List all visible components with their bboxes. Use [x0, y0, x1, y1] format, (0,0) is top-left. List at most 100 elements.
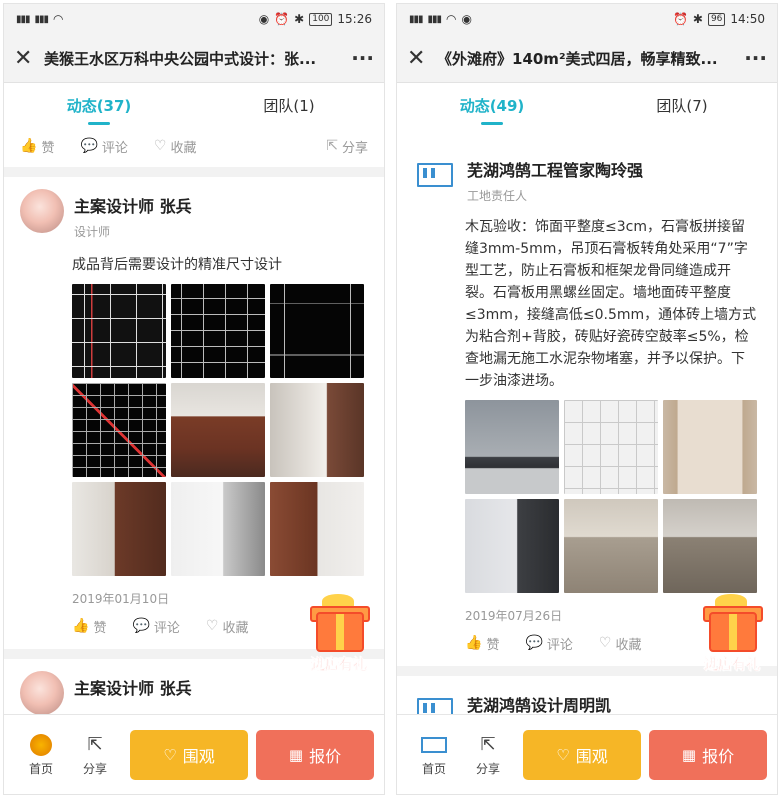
photo-thumbnail[interactable]: [171, 482, 265, 576]
photo-thumbnail[interactable]: [171, 284, 265, 378]
nav-share[interactable]: ⇱ 分享: [68, 733, 122, 777]
more-icon[interactable]: ···: [737, 46, 767, 70]
comment-button[interactable]: 💬 评论: [525, 634, 572, 653]
photo-thumbnail[interactable]: [270, 284, 364, 378]
more-icon[interactable]: ···: [344, 46, 374, 70]
thumbs-up-icon: 👍: [20, 138, 38, 154]
status-bar: ▮▮▮ ▮▮▮ ◠ ◉ ⏰ ✱ 96 14:50: [397, 4, 777, 34]
favorite-button[interactable]: ♡ 收藏: [599, 634, 642, 653]
heart-icon: ♡: [556, 745, 570, 764]
heart-icon: ♡: [163, 745, 177, 764]
photo-thumbnail[interactable]: [72, 482, 166, 576]
alarm-icon: ⏰: [274, 12, 290, 26]
page-title: 《外滩府》140m²美式四居，畅享精致...: [437, 49, 718, 68]
photo-thumbnail[interactable]: [171, 383, 265, 477]
photo-thumbnail[interactable]: [564, 499, 658, 593]
heart-icon: ♡: [598, 635, 612, 651]
favorite-button[interactable]: ♡ 收藏: [154, 137, 197, 156]
post-card: 芜湖鸿鹄设计周明凯 首席设计师: [397, 676, 777, 714]
wifi-icon: ◠: [53, 12, 64, 26]
battery-icon: 100: [309, 12, 333, 26]
calculator-icon: ▦: [681, 745, 697, 764]
tab-bar: 动态(49) 团队(7): [397, 83, 777, 130]
author-name: 芜湖鸿鹄工程管家陶玲强: [467, 161, 644, 180]
tab-team[interactable]: 团队(1): [194, 83, 384, 129]
author-name: 主案设计师 张兵: [74, 197, 192, 216]
tab-bar: 动态(37) 团队(1): [4, 83, 384, 130]
photo-grid: [72, 284, 368, 576]
page-title: 美猴王水区万科中央公园中式设计：张...: [44, 49, 317, 68]
avatar[interactable]: [20, 671, 64, 714]
photo-thumbnail[interactable]: [663, 400, 757, 494]
comment-icon: 💬: [525, 635, 543, 651]
promo-label: 进店有礼: [311, 657, 367, 673]
photo-thumbnail[interactable]: [465, 499, 559, 593]
post-card: 👍 赞 💬 评论 ♡ 收藏 ⇱ 分享: [4, 129, 384, 167]
like-button[interactable]: 👍 赞: [20, 137, 54, 156]
battery-icon: 96: [707, 12, 726, 26]
like-button[interactable]: 👍 赞: [72, 617, 106, 636]
post-actions: 👍 赞 💬 评论 ♡ 收藏 ⇱ 分享: [20, 133, 368, 159]
home-logo-icon: [421, 736, 447, 753]
eye-icon: ◉: [258, 12, 270, 26]
close-icon[interactable]: ✕: [407, 46, 437, 71]
nav-home[interactable]: 首页: [407, 733, 461, 777]
tab-team[interactable]: 团队(7): [587, 83, 777, 129]
company-logo-icon[interactable]: [413, 688, 457, 714]
quote-button[interactable]: ▦ 报价: [649, 729, 767, 780]
post-text: 木瓦验收：饰面平整度≤3cm，石膏板拼接留缝3mm-5mm，吊顶石膏板转角处采用…: [465, 219, 757, 389]
post-author[interactable]: 主案设计师 张兵: [20, 671, 368, 714]
author-name: 主案设计师 张兵: [74, 679, 192, 698]
photo-thumbnail[interactable]: [270, 383, 364, 477]
photo-thumbnail[interactable]: [663, 499, 757, 593]
nav-home[interactable]: 首页: [14, 733, 68, 777]
photo-thumbnail[interactable]: [564, 400, 658, 494]
share-button[interactable]: ⇱ 分享: [326, 137, 368, 156]
post-author[interactable]: 主案设计师 张兵 设计师: [20, 189, 368, 240]
status-time: 14:50: [730, 12, 765, 26]
comment-icon: 💬: [132, 618, 150, 634]
promo-gift-badge[interactable]: 进店有礼: [300, 594, 378, 674]
status-time: 15:26: [337, 12, 372, 26]
photo-grid: [465, 400, 761, 593]
photo-thumbnail[interactable]: [270, 482, 364, 576]
photo-thumbnail[interactable]: [465, 400, 559, 494]
status-bar: ▮▮▮ ▮▮▮ ◠ ◉ ⏰ ✱ 100 15:26: [4, 4, 384, 34]
tab-updates[interactable]: 动态(37): [4, 83, 194, 129]
comment-button[interactable]: 💬 评论: [132, 617, 179, 636]
share-icon: ⇱: [480, 734, 496, 755]
watch-button[interactable]: ♡ 围观: [130, 729, 248, 780]
thumbs-up-icon: 👍: [72, 618, 90, 634]
quote-button[interactable]: ▦ 报价: [256, 729, 374, 780]
eye-icon: ◉: [461, 12, 472, 26]
comment-icon: 💬: [80, 138, 98, 154]
avatar[interactable]: [20, 189, 64, 233]
signal-icon: ▮▮▮: [34, 13, 49, 25]
signal-icon: ▮▮▮: [409, 13, 423, 25]
photo-thumbnail[interactable]: [72, 284, 166, 378]
favorite-button[interactable]: ♡ 收藏: [206, 617, 249, 636]
bottom-bar: 首页 ⇱ 分享 ♡ 围观 ▦ 报价: [397, 714, 777, 794]
promo-label: 进店有礼: [704, 657, 760, 673]
post-author[interactable]: 芜湖鸿鹄设计周明凯 首席设计师: [413, 688, 761, 714]
author-name: 芜湖鸿鹄设计周明凯: [467, 696, 612, 714]
bluetooth-icon: ✱: [692, 12, 703, 26]
like-button[interactable]: 👍 赞: [465, 634, 499, 653]
close-icon[interactable]: ✕: [14, 46, 44, 71]
heart-icon: ♡: [205, 618, 219, 634]
post-author[interactable]: 芜湖鸿鹄工程管家陶玲强 工地责任人: [413, 153, 761, 204]
title-bar: ✕ 《外滩府》140m²美式四居，畅享精致... ···: [397, 34, 777, 83]
heart-icon: ♡: [153, 138, 167, 154]
photo-thumbnail[interactable]: [72, 383, 166, 477]
promo-gift-badge[interactable]: 进店有礼: [693, 594, 771, 674]
thumbs-up-icon: 👍: [465, 635, 483, 651]
company-logo-icon[interactable]: [413, 153, 457, 197]
nav-share[interactable]: ⇱ 分享: [461, 733, 515, 777]
home-logo-icon: [30, 733, 52, 756]
title-bar: ✕ 美猴王水区万科中央公园中式设计：张... ···: [4, 34, 384, 83]
watch-button[interactable]: ♡ 围观: [523, 729, 641, 780]
phone-screen-left: ▮▮▮ ▮▮▮ ◠ ◉ ⏰ ✱ 100 15:26 ✕ 美猴王水区万科中央公园中…: [3, 3, 385, 795]
tab-updates[interactable]: 动态(49): [397, 83, 587, 129]
signal-icon: ▮▮▮: [427, 13, 442, 25]
comment-button[interactable]: 💬 评论: [80, 137, 127, 156]
